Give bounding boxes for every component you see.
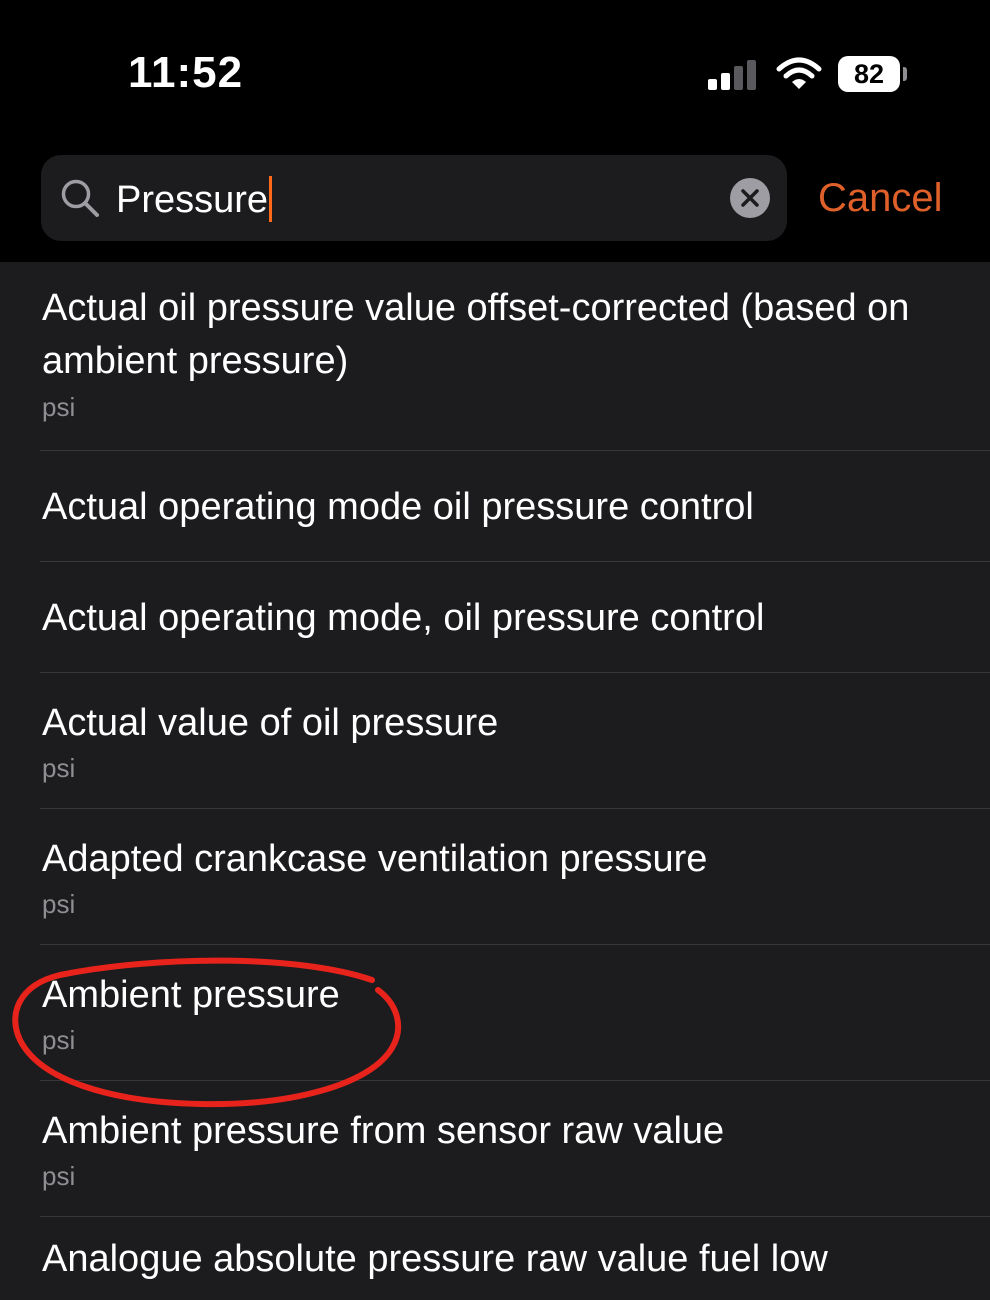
list-item-unit: psi [42, 1025, 76, 1055]
cellular-signal-icon [708, 60, 756, 90]
list-item-unit: psi [42, 1161, 76, 1191]
list-item-title: Actual value of oil pressure [42, 702, 499, 744]
search-icon [61, 179, 99, 217]
list-item[interactable]: Actual operating mode, oil pressure cont… [0, 562, 990, 673]
list-item[interactable]: Ambient pressure from sensor raw value p… [0, 1081, 990, 1217]
search-area: Pressure Cancel [0, 140, 990, 262]
clear-icon [741, 189, 759, 207]
list-item-title: Actual operating mode oil pressure contr… [42, 486, 754, 528]
list-item[interactable]: Actual oil pressure value offset-correct… [0, 262, 990, 451]
battery-indicator: 82 [838, 56, 900, 92]
list-item-unit: psi [42, 889, 76, 919]
list-item-title: Analogue absolute pressure raw value fue… [42, 1238, 828, 1280]
wifi-icon [776, 57, 822, 89]
results-list: Actual oil pressure value offset-correct… [0, 262, 990, 1300]
list-item-title: Adapted crankcase ventilation pressure [42, 838, 708, 880]
list-item-title: Actual oil pressure value offset-correct… [42, 287, 910, 382]
list-item[interactable]: Analogue absolute pressure raw value fue… [0, 1217, 990, 1300]
list-item[interactable]: Actual value of oil pressure psi [0, 673, 990, 809]
list-item-title: Actual operating mode, oil pressure cont… [42, 597, 765, 639]
cancel-button[interactable]: Cancel [818, 176, 943, 221]
list-item-unit: psi [42, 392, 76, 422]
text-caret [269, 176, 273, 222]
list-item[interactable]: Ambient pressure psi [0, 945, 990, 1081]
list-item[interactable]: Actual operating mode oil pressure contr… [0, 451, 990, 562]
clear-search-button[interactable] [730, 178, 770, 218]
status-bar: 11:52 82 [0, 0, 990, 140]
search-query: Pressure [116, 179, 269, 221]
search-field[interactable]: Pressure [41, 155, 787, 241]
list-item-title: Ambient pressure [42, 974, 340, 1016]
list-item[interactable]: Adapted crankcase ventilation pressure p… [0, 809, 990, 945]
battery-tip [903, 67, 907, 81]
status-time: 11:52 [128, 48, 244, 97]
list-item-title: Ambient pressure from sensor raw value [42, 1110, 725, 1152]
list-item-unit: psi [42, 753, 76, 783]
search-input[interactable]: Pressure [116, 176, 273, 222]
